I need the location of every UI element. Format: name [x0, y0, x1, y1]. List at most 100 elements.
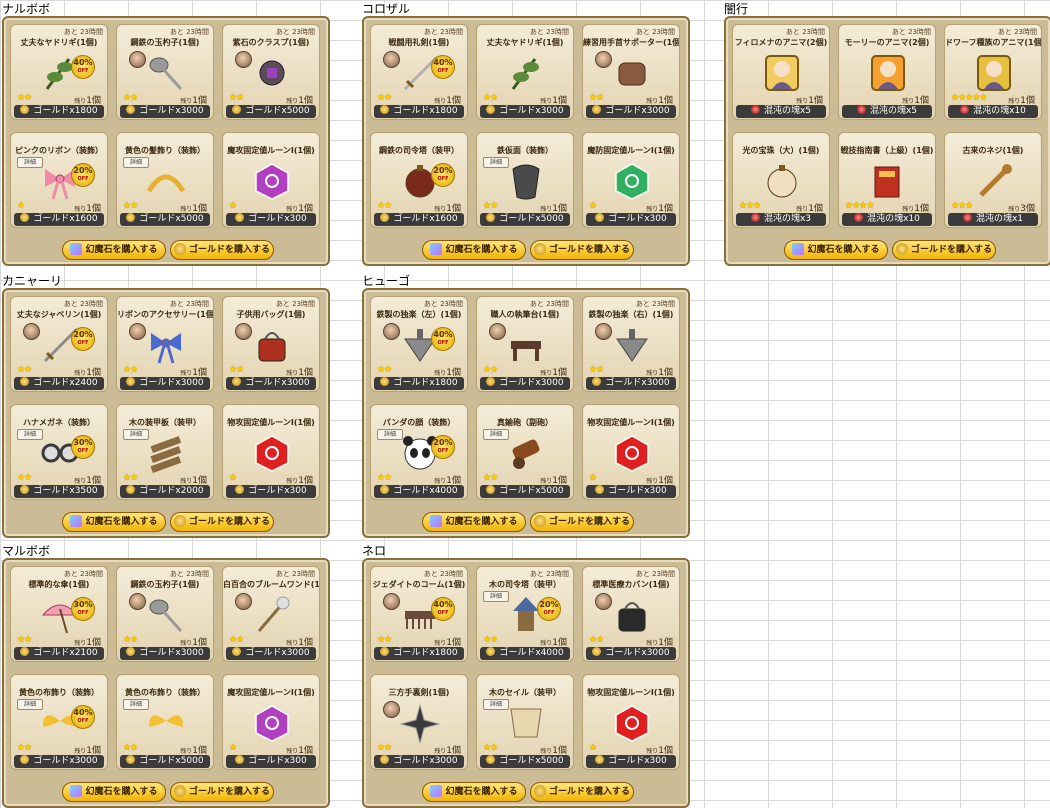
- price-button[interactable]: ゴールドx3000: [586, 105, 676, 118]
- price-button[interactable]: ゴールドx5000: [480, 755, 570, 768]
- shop-item[interactable]: あと 23時間 ドワーフ種族のアニマ(1個) ★★★★★ 残り1個 混沌の塊x10: [944, 24, 1042, 120]
- shop-item[interactable]: あと 23時間白百合のブルームワンド(1個)★★残り1個ゴールドx3000: [222, 566, 320, 662]
- price-button[interactable]: ゴールドx300: [586, 755, 676, 768]
- shop-item[interactable]: あと 23時間 ジェダイトのコーム(1個) 40% OFF ★★ 残り1個 ゴールドx180…: [370, 566, 468, 662]
- shop-item[interactable]: あと 23時間 職人の執筆台(1個) ★★ 残り1個 ゴールドx3000: [476, 296, 574, 392]
- shop-item[interactable]: 黄色の髪飾り（装飾） 詳細 ★★ 残り1個 ゴールドx5000: [116, 132, 214, 228]
- price-button[interactable]: ゴールドx300: [226, 755, 316, 768]
- price-button[interactable]: 混沌の塊x10: [842, 213, 932, 226]
- shop-item[interactable]: 真鍮砲（副砲） 詳細 ★★ 残り1個 ゴールドx5000: [476, 404, 574, 500]
- buy-gem-button[interactable]: 幻魔石を購入する: [784, 240, 888, 260]
- shop-item[interactable]: あと 23時間 練習用手首サポーター(1個) ★★ 残り1個 ゴールドx3000: [582, 24, 680, 120]
- price-button[interactable]: ゴールドx3000: [480, 377, 570, 390]
- buy-gem-button[interactable]: 幻魔石を購入する: [62, 240, 166, 260]
- buy-gem-button[interactable]: 幻魔石を購入する: [62, 782, 166, 802]
- shop-item[interactable]: あと 23時間 リボンのアクセサリー(1個) ★★ 残り1個 ゴールドx3000: [116, 296, 214, 392]
- shop-item[interactable]: 鉄仮面（装飾） 詳細 ★★ 残り1個 ゴールドx5000: [476, 132, 574, 228]
- shop-item[interactable]: ピンクのリボン（装飾） 詳細 20% OFF ★ 残り1個 ゴールドx1600: [10, 132, 108, 228]
- price-button[interactable]: ゴールドx1800: [14, 105, 104, 118]
- price-button[interactable]: ゴールドx3000: [226, 647, 316, 660]
- price-button[interactable]: ゴールドx5000: [480, 213, 570, 226]
- shop-item[interactable]: 黄色の布飾り（装飾） 詳細 ★★ 残り1個 ゴールドx5000: [116, 674, 214, 770]
- price-button[interactable]: ゴールドx1600: [374, 213, 464, 226]
- buy-gold-button[interactable]: ゴールドを購入する: [170, 240, 274, 260]
- price-button[interactable]: ゴールドx3000: [120, 647, 210, 660]
- shop-item[interactable]: あと 23時間 丈夫なジャベリン(1個) 20% OFF ★★ 残り1個 ゴールドx2400: [10, 296, 108, 392]
- buy-gem-button[interactable]: 幻魔石を購入する: [422, 512, 526, 532]
- shop-item[interactable]: 物攻固定値ルーンⅠ(1個) ★ 残り1個 ゴールドx300: [582, 404, 680, 500]
- shop-item[interactable]: 魔防固定値ルーンⅠ(1個) ★ 残り1個 ゴールドx300: [582, 132, 680, 228]
- shop-item[interactable]: 木の装甲板（装甲） 詳細 ★★ 残り1個 ゴールドx2000: [116, 404, 214, 500]
- price-button[interactable]: ゴールドx5000: [480, 485, 570, 498]
- price-button[interactable]: ゴールドx1800: [374, 647, 464, 660]
- price-button[interactable]: ゴールドx2100: [14, 647, 104, 660]
- price-button[interactable]: ゴールドx3000: [374, 755, 464, 768]
- price-button[interactable]: ゴールドx3000: [14, 755, 104, 768]
- price-button[interactable]: ゴールドx5000: [120, 755, 210, 768]
- price-button[interactable]: ゴールドx3500: [14, 485, 104, 498]
- buy-gold-button[interactable]: ゴールドを購入する: [530, 512, 634, 532]
- shop-item[interactable]: 古来のネジ(1個) ★★★ 残り3個 混沌の塊x1: [944, 132, 1042, 228]
- shop-item[interactable]: あと 23時間 フィロメナのアニマ(2個) 残り1個 混沌の塊x5: [732, 24, 830, 120]
- shop-item[interactable]: 黄色の布飾り（装飾） 詳細 40% OFF ★★ 残り1個 ゴールドx3000: [10, 674, 108, 770]
- shop-item[interactable]: あと 23時間 標準医療カバン(1個) ★★ 残り1個 ゴールドx3000: [582, 566, 680, 662]
- price-button[interactable]: ゴールドx300: [586, 485, 676, 498]
- price-button[interactable]: ゴールドx3000: [586, 377, 676, 390]
- buy-gem-button[interactable]: 幻魔石を購入する: [62, 512, 166, 532]
- price-button[interactable]: ゴールドx300: [586, 213, 676, 226]
- price-button[interactable]: 混沌の塊x5: [842, 105, 932, 118]
- price-button[interactable]: ゴールドx300: [226, 213, 316, 226]
- price-button[interactable]: ゴールドx3000: [480, 105, 570, 118]
- price-button[interactable]: 混沌の塊x5: [736, 105, 826, 118]
- shop-item[interactable]: 物攻固定値ルーンⅠ(1個) ★ 残り1個 ゴールドx300: [222, 404, 320, 500]
- shop-item[interactable]: 魔攻固定値ルーンⅠ(1個) ★ 残り1個 ゴールドx300: [222, 132, 320, 228]
- price-button[interactable]: ゴールドx3000: [120, 377, 210, 390]
- shop-item[interactable]: パンダの顔（装飾） 詳細 20% OFF ★★ 残り1個 ゴールドx4000: [370, 404, 468, 500]
- shop-item[interactable]: あと 23時間 子供用バッグ(1個) ★★ 残り1個 ゴールドx3000: [222, 296, 320, 392]
- shop-item[interactable]: あと 23時間 木の司令塔（装甲） 詳細 20% OFF ★★ 残り1個 ゴールドx4000: [476, 566, 574, 662]
- price-button[interactable]: ゴールドx5000: [226, 105, 316, 118]
- price-button[interactable]: ゴールドx2000: [120, 485, 210, 498]
- shop-item[interactable]: 光の宝珠（大）(1個) ★★★ 残り1個 混沌の塊x3: [732, 132, 830, 228]
- price-button[interactable]: ゴールドx2400: [14, 377, 104, 390]
- discount-off-label: OFF: [437, 340, 449, 346]
- shop-item[interactable]: 魔攻固定値ルーンⅠ(1個) ★ 残り1個 ゴールドx300: [222, 674, 320, 770]
- shop-item[interactable]: あと 23時間 鋼鉄の玉杓子(1個) ★★ 残り1個 ゴールドx3000: [116, 24, 214, 120]
- shop-item[interactable]: あと 23時間 紫石のクラスプ(1個) ★★ 残り1個 ゴールドx5000: [222, 24, 320, 120]
- price-button[interactable]: 混沌の塊x10: [948, 105, 1038, 118]
- buy-gold-button[interactable]: ゴールドを購入する: [170, 512, 274, 532]
- price-button[interactable]: ゴールドx3000: [586, 647, 676, 660]
- shop-item[interactable]: あと 23時間 丈夫なヤドリギ(1個) ★★ 残り1個 ゴールドx3000: [476, 24, 574, 120]
- shop-item[interactable]: あと 23時間 戦闘用礼剣(1個) 40% OFF ★★ 残り1個 ゴールドx1800: [370, 24, 468, 120]
- buy-gold-button[interactable]: ゴールドを購入する: [530, 782, 634, 802]
- buy-gold-button[interactable]: ゴールドを購入する: [530, 240, 634, 260]
- price-button[interactable]: ゴールドx5000: [120, 213, 210, 226]
- price-button[interactable]: 混沌の塊x3: [736, 213, 826, 226]
- price-button[interactable]: ゴールドx1800: [374, 105, 464, 118]
- shop-item[interactable]: 鋼鉄の司令塔（装甲） 20% OFF ★★ 残り1個 ゴールドx1600: [370, 132, 468, 228]
- shop-item[interactable]: あと 23時間 丈夫なヤドリギ(1個) 40% OFF ★★ 残り1個 ゴールドx1800: [10, 24, 108, 120]
- shop-item[interactable]: ハナメガネ（装飾） 詳細 30% OFF ★★ 残り1個 ゴールドx3500: [10, 404, 108, 500]
- price-button[interactable]: 混沌の塊x1: [948, 213, 1038, 226]
- price-button[interactable]: ゴールドx300: [226, 485, 316, 498]
- shop-item[interactable]: 三方手裏剣(1個) ★★ 残り1個 ゴールドx3000: [370, 674, 468, 770]
- buy-gold-label: ゴールドを購入する: [188, 517, 270, 527]
- shop-item[interactable]: あと 23時間 鉄製の独楽（左）(1個) 40% OFF ★★ 残り1個 ゴールドx1800: [370, 296, 468, 392]
- shop-item[interactable]: あと 23時間 標準的な傘(1個) 30% OFF ★★ 残り1個 ゴールドx2100: [10, 566, 108, 662]
- buy-gem-button[interactable]: 幻魔石を購入する: [422, 782, 526, 802]
- price-button[interactable]: ゴールドx3000: [226, 377, 316, 390]
- buy-gold-button[interactable]: ゴールドを購入する: [892, 240, 996, 260]
- shop-item[interactable]: あと 23時間 モーリーのアニマ(2個) 残り1個 混沌の塊x5: [838, 24, 936, 120]
- price-button[interactable]: ゴールドx1800: [374, 377, 464, 390]
- shop-item[interactable]: 戦技指南書（上級）(1個) ★★★★ 残り1個 混沌の塊x10: [838, 132, 936, 228]
- price-button[interactable]: ゴールドx1600: [14, 213, 104, 226]
- shop-item[interactable]: 木のセイル（装甲） 詳細 ★★ 残り1個 ゴールドx5000: [476, 674, 574, 770]
- price-button[interactable]: ゴールドx4000: [480, 647, 570, 660]
- buy-gem-button[interactable]: 幻魔石を購入する: [422, 240, 526, 260]
- shop-item[interactable]: あと 23時間 鉄製の独楽（右）(1個) ★★ 残り1個 ゴールドx3000: [582, 296, 680, 392]
- price-button[interactable]: ゴールドx4000: [374, 485, 464, 498]
- price-button[interactable]: ゴールドx3000: [120, 105, 210, 118]
- buy-gold-button[interactable]: ゴールドを購入する: [170, 782, 274, 802]
- shop-item[interactable]: 物攻固定値ルーンⅠ(1個) ★ 残り1個 ゴールドx300: [582, 674, 680, 770]
- shop-item[interactable]: あと 23時間 鋼鉄の玉杓子(1個) ★★ 残り1個 ゴールドx3000: [116, 566, 214, 662]
